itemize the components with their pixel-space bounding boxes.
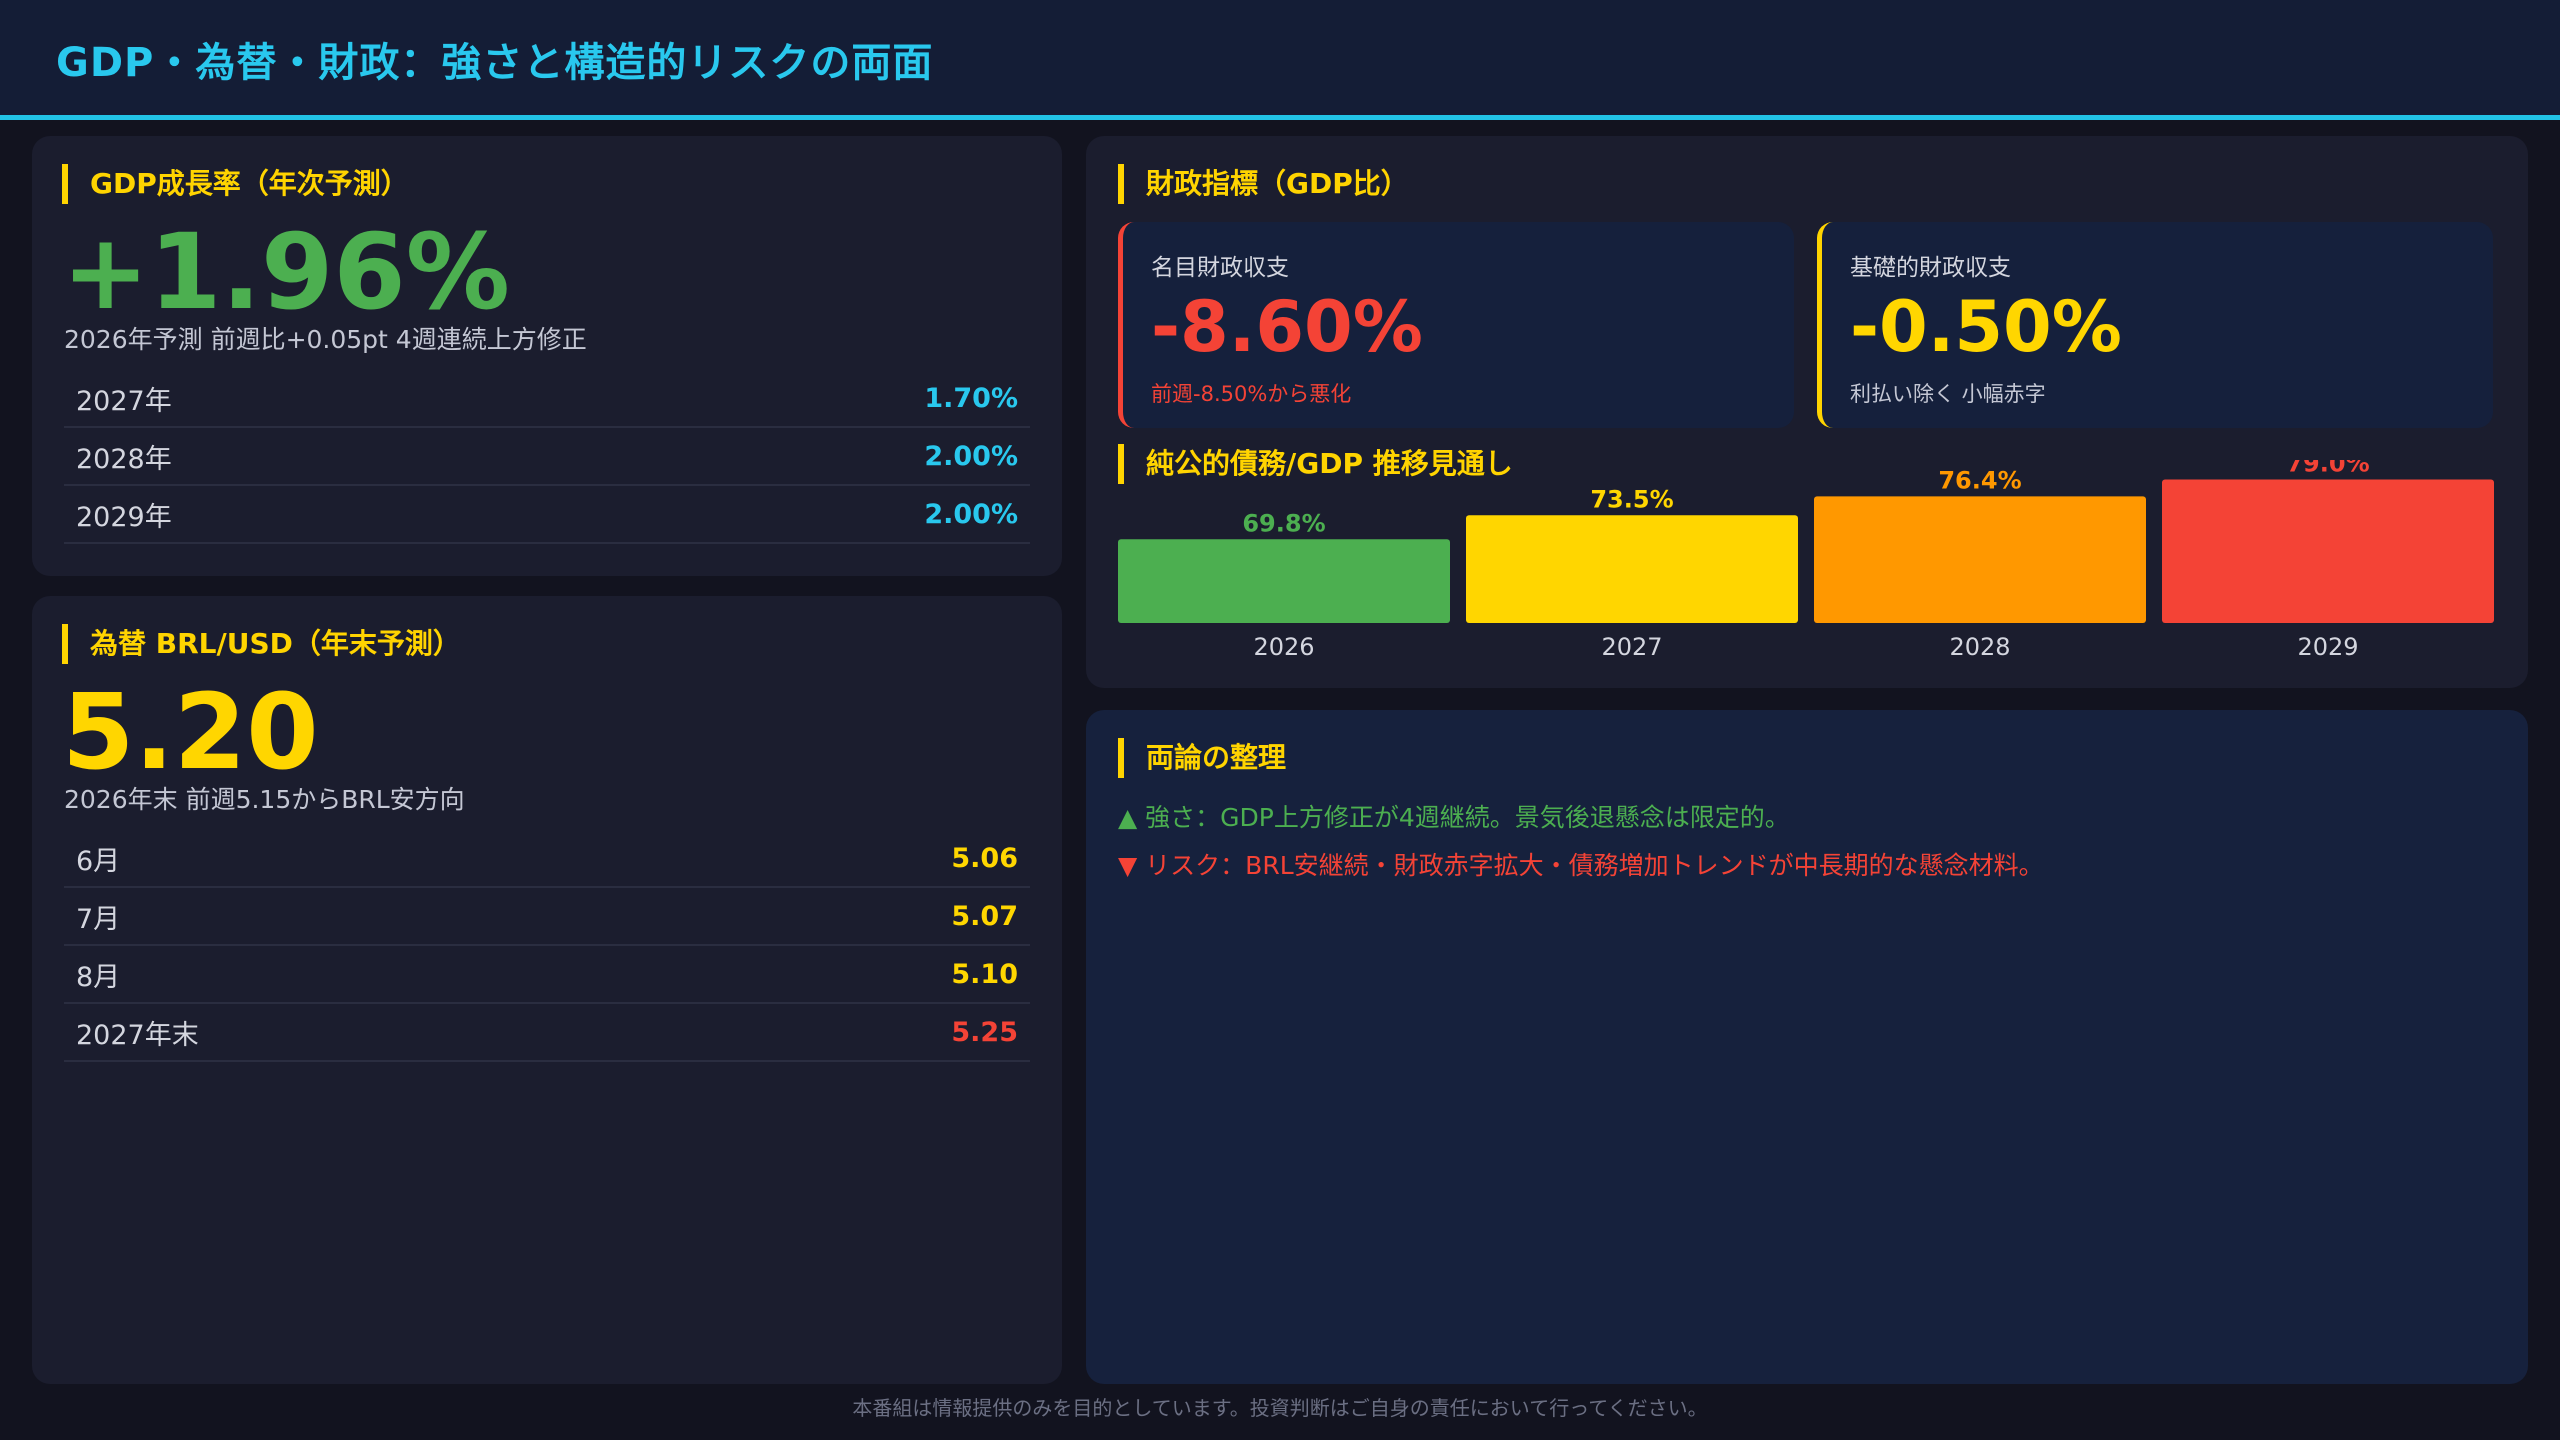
- fx-row-label: 2027年末: [76, 1019, 199, 1051]
- fx-row-value: 5.07: [951, 900, 1018, 932]
- gdp-forecast-list: 2027年 1.70% 2028年 2.00% 2029年 2.00%: [64, 370, 1030, 544]
- gdp-row-value: 1.70%: [924, 382, 1018, 414]
- nominal-balance-label: 名目財政収支: [1151, 255, 1289, 281]
- fx-main-value: 5.20: [62, 671, 319, 793]
- gdp-row-label: 2029年: [76, 501, 172, 533]
- gdp-row-label: 2027年: [76, 385, 172, 417]
- fiscal-section-title: 財政指標（GDP比）: [1118, 164, 1409, 204]
- primary-balance-value: -0.50%: [1850, 286, 2122, 368]
- debt-value-label: 79.0%: [2286, 460, 2369, 478]
- fx-note: 2026年末 前週5.15からBRL安方向: [64, 785, 465, 814]
- fx-panel: 為替 BRL/USD（年末予測） 5.20 2026年末 前週5.15からBRL…: [32, 596, 1062, 1384]
- gdp-main-value: +1.96%: [62, 211, 510, 333]
- list-item: 8月 5.10: [64, 946, 1030, 1004]
- fx-row-label: 7月: [76, 903, 121, 935]
- nominal-balance-card: 名目財政収支 -8.60% 前週-8.50%から悪化: [1118, 222, 1794, 428]
- primary-balance-label: 基礎的財政収支: [1850, 255, 2011, 281]
- debt-value-label: 73.5%: [1590, 485, 1673, 513]
- disclaimer-footer: 本番組は情報提供のみを目的としています。投資判断はご自身の責任において行ってくだ…: [852, 1396, 1708, 1420]
- list-item: 2028年 2.00%: [64, 428, 1030, 486]
- debt-bar-2026: [1118, 539, 1450, 623]
- fx-row-value: 5.06: [951, 842, 1018, 874]
- gdp-note: 2026年予測 前週比+0.05pt 4週連続上方修正: [64, 325, 587, 354]
- debt-category-label: 2027: [1601, 633, 1662, 661]
- primary-balance-note: 利払い除く 小幅赤字: [1850, 382, 2046, 406]
- gdp-row-value: 2.00%: [924, 440, 1018, 472]
- list-item: 2027年末 5.25: [64, 1004, 1030, 1062]
- gdp-row-value: 2.00%: [924, 498, 1018, 530]
- debt-bar-chart: 69.8% 2026 73.5% 2027 76.4% 2028 79.0% 2029: [1118, 460, 2494, 661]
- fx-forecast-list: 6月 5.06 7月 5.07 8月 5.10 2027年末 5.25: [64, 830, 1030, 1062]
- list-item: 2029年 2.00%: [64, 486, 1030, 544]
- fx-row-value: 5.10: [951, 958, 1018, 990]
- debate-section-title: 両論の整理: [1118, 738, 1286, 778]
- strength-point: ▲ 強さ：GDP上方修正が4週継続。景気後退懸念は限定的。: [1118, 803, 1790, 832]
- gdp-panel: GDP成長率（年次予測） +1.96% 2026年予測 前週比+0.05pt 4…: [32, 136, 1062, 576]
- debt-bar-2027: [1466, 515, 1798, 623]
- gdp-section-title: GDP成長率（年次予測）: [62, 164, 409, 204]
- debt-value-label: 76.4%: [1938, 466, 2021, 494]
- list-item: 6月 5.06: [64, 830, 1030, 888]
- debt-category-label: 2026: [1253, 633, 1314, 661]
- page-title: GDP・為替・財政：強さと構造的リスクの両面: [56, 40, 934, 86]
- debt-bar-2029: [2162, 479, 2494, 623]
- fx-row-label: 6月: [76, 845, 121, 877]
- nominal-balance-note: 前週-8.50%から悪化: [1151, 382, 1352, 406]
- risk-point: ▼ リスク：BRL安継続・財政赤字拡大・債務増加トレンドが中長期的な懸念材料。: [1118, 851, 2044, 880]
- debt-bar-2028: [1814, 496, 2146, 623]
- gdp-row-label: 2028年: [76, 443, 172, 475]
- debt-value-label: 69.8%: [1242, 509, 1325, 537]
- fx-section-title: 為替 BRL/USD（年末予測）: [62, 624, 461, 664]
- fx-row-label: 8月: [76, 961, 121, 993]
- debt-category-label: 2028: [1949, 633, 2010, 661]
- nominal-balance-value: -8.60%: [1151, 286, 1423, 368]
- primary-balance-card: 基礎的財政収支 -0.50% 利払い除く 小幅赤字: [1817, 222, 2493, 428]
- list-item: 7月 5.07: [64, 888, 1030, 946]
- header-bar: GDP・為替・財政：強さと構造的リスクの両面: [0, 0, 2560, 120]
- list-item: 2027年 1.70%: [64, 370, 1030, 428]
- debt-category-label: 2029: [2297, 633, 2358, 661]
- fx-row-value: 5.25: [951, 1016, 1018, 1048]
